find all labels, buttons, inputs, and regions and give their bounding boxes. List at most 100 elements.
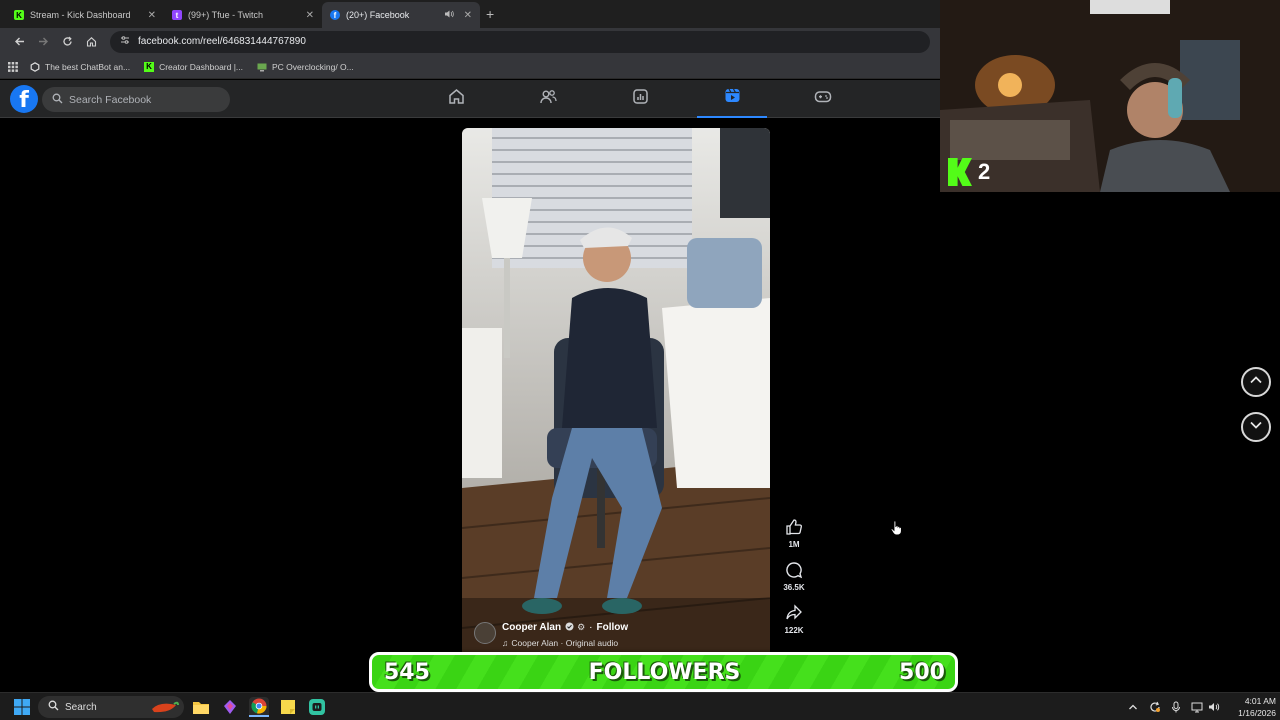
chevron-up-icon: [1249, 373, 1263, 392]
bookmark-label: Creator Dashboard |...: [159, 61, 244, 72]
like-icon: [785, 518, 803, 538]
like-count: 1M: [788, 540, 800, 549]
close-icon[interactable]: ✕: [464, 10, 472, 21]
twitch-icon: t: [172, 10, 182, 20]
tab-facebook[interactable]: f (20+) Facebook ✕: [322, 2, 480, 28]
like-button[interactable]: 1M: [780, 518, 808, 549]
follow-button[interactable]: Follow: [597, 622, 629, 633]
site-settings-icon[interactable]: [120, 35, 130, 48]
facebook-header: f Search Facebook: [0, 80, 940, 118]
bookmark-chatbot[interactable]: The best ChatBot an...: [30, 62, 130, 72]
friends-icon: [539, 88, 557, 110]
avatar[interactable]: [474, 622, 496, 644]
nav-home[interactable]: [421, 80, 491, 118]
tab-twitch[interactable]: t (99+) Tfue - Twitch ✕: [164, 2, 322, 28]
bookmark-label: PC Overclocking/ O...: [272, 61, 354, 72]
reload-icon[interactable]: [56, 31, 78, 53]
creator-name[interactable]: Cooper Alan: [502, 622, 561, 633]
comment-icon: [785, 561, 803, 581]
bookmark-creator-dashboard[interactable]: K Creator Dashboard |...: [144, 61, 244, 72]
mouse-cursor-icon: [890, 520, 904, 541]
forward-icon[interactable]: [32, 31, 54, 53]
settings-icon: ⚙: [577, 621, 586, 632]
tab-label: (99+) Tfue - Twitch: [188, 10, 263, 20]
followers-current: 545: [384, 659, 430, 685]
facebook-search-input[interactable]: Search Facebook: [42, 87, 230, 112]
kick-viewer-count: 2: [978, 159, 991, 184]
reel-video[interactable]: [462, 128, 770, 652]
windows-start-icon[interactable]: [12, 697, 32, 717]
kick-logo-icon: [948, 158, 972, 186]
speaker-icon[interactable]: [444, 9, 454, 21]
facebook-icon: f: [330, 10, 340, 20]
bookmark-pc-overclocking[interactable]: PC Overclocking/ O...: [257, 62, 354, 72]
app-icon[interactable]: [220, 697, 240, 717]
followers-goal: 500: [899, 659, 945, 685]
followers-goal-bar: 545 FOLLOWERS 500: [369, 652, 958, 692]
address-bar[interactable]: facebook.com/reel/646831444767890: [110, 30, 930, 53]
volume-icon[interactable]: [1208, 693, 1220, 720]
system-clock[interactable]: 4:01 AM 1/16/2026: [1224, 695, 1276, 719]
share-icon: [785, 604, 803, 624]
verified-icon: [565, 618, 574, 636]
clock-time: 4:01 AM: [1244, 696, 1276, 706]
next-reel-button[interactable]: [1241, 412, 1271, 442]
back-icon[interactable]: [8, 31, 30, 53]
windows-taskbar: Search 4:01 AM 1/16/2026: [0, 692, 1280, 720]
search-icon: [52, 93, 63, 107]
home-icon[interactable]: [80, 31, 102, 53]
chevron-down-icon: [1249, 418, 1263, 437]
browser-tab-bar: K Stream - Kick Dashboard ✕ t (99+) Tfue…: [0, 0, 940, 28]
gaming-icon: [814, 88, 832, 110]
close-icon[interactable]: ✕: [148, 10, 156, 21]
search-placeholder: Search Facebook: [69, 93, 152, 106]
share-button[interactable]: 122K: [780, 604, 808, 635]
apps-icon[interactable]: [8, 61, 18, 72]
share-count: 122K: [784, 626, 804, 635]
reel-creator-info: Cooper Alan ⚙ · Follow ♫ Cooper Alan · O…: [474, 618, 628, 648]
taskbar-search[interactable]: Search: [38, 696, 184, 718]
search-icon: [48, 700, 59, 714]
music-icon: ♫: [502, 638, 509, 648]
dashboard-icon: [632, 88, 649, 110]
sync-icon[interactable]: [1149, 693, 1161, 720]
nav-dashboard[interactable]: [605, 80, 675, 118]
close-icon[interactable]: ✕: [306, 10, 314, 21]
kick-viewer-badge: 2: [948, 158, 990, 186]
reels-viewer: Cooper Alan ⚙ · Follow ♫ Cooper Alan · O…: [0, 118, 940, 692]
kick-icon: K: [144, 61, 155, 72]
reel-video-frame: [462, 128, 770, 652]
screen: K Stream - Kick Dashboard ✕ t (99+) Tfue…: [0, 0, 1280, 720]
browser-toolbar: facebook.com/reel/646831444767890: [0, 28, 940, 55]
kick-icon: K: [14, 10, 24, 20]
streamlabs-icon[interactable]: [307, 697, 327, 717]
taskbar-search-label: Search: [65, 701, 97, 713]
bookmark-label: The best ChatBot an...: [45, 61, 131, 72]
nav-gaming[interactable]: [788, 80, 858, 118]
facebook-logo[interactable]: f: [10, 85, 38, 113]
sticky-notes-icon[interactable]: [278, 697, 298, 717]
tab-label: (20+) Facebook: [346, 10, 410, 20]
audio-label[interactable]: Cooper Alan · Original audio: [511, 638, 618, 648]
tab-label: Stream - Kick Dashboard: [30, 10, 131, 20]
nav-friends[interactable]: [513, 80, 583, 118]
comment-button[interactable]: 36.5K: [780, 561, 808, 592]
webcam-feed: [940, 0, 1280, 192]
bookmarks-bar: The best ChatBot an... K Creator Dashboa…: [0, 55, 940, 79]
video-icon: [724, 87, 741, 109]
tray-overflow-icon[interactable]: [1128, 693, 1138, 720]
network-icon[interactable]: [1191, 693, 1203, 720]
url-text: facebook.com/reel/646831444767890: [138, 36, 306, 47]
previous-reel-button[interactable]: [1241, 367, 1271, 397]
nav-video[interactable]: [697, 80, 767, 118]
microphone-icon[interactable]: [1171, 693, 1181, 720]
separator: ·: [589, 621, 593, 633]
openai-icon: [30, 61, 40, 72]
clock-date: 1/16/2026: [1238, 708, 1276, 718]
file-explorer-icon[interactable]: [191, 697, 211, 717]
new-tab-button[interactable]: +: [486, 6, 494, 22]
chrome-icon[interactable]: [249, 697, 269, 717]
comment-count: 36.5K: [783, 583, 805, 592]
tab-kick-dashboard[interactable]: K Stream - Kick Dashboard ✕: [6, 2, 164, 28]
followers-label: FOLLOWERS: [588, 659, 741, 685]
